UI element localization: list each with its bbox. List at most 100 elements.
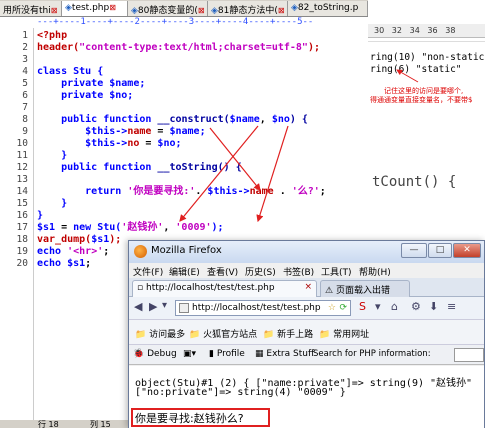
bookmark-label: 常用网址 [333, 330, 370, 340]
editor-tab-label: 82_toString.p [297, 3, 359, 13]
code-token: name [249, 186, 274, 197]
editor-tab-4[interactable]: ◈81静态方法中(⊠ [208, 1, 288, 16]
line-number: 15 [16, 198, 28, 209]
extra-label: Extra Stuff [266, 349, 315, 359]
line-number-gutter: 1 2 3 4 5 6 7 8 9 10 11 12 13 14 15 16 1… [0, 28, 34, 428]
code-token: = [151, 126, 170, 137]
search-engine-icon[interactable]: S [359, 300, 366, 313]
code-line-12: public function __toString() { [37, 162, 242, 174]
window-title: Mozilla Firefox [151, 245, 222, 256]
bookmark-common-sites[interactable]: 📁 常用网址 [319, 327, 369, 340]
title-bar[interactable]: Mozilla Firefox — □ ✕ [129, 241, 484, 263]
maximize-button[interactable]: □ [428, 243, 452, 258]
code-token: '么?' [291, 186, 320, 197]
php-search-input[interactable] [454, 348, 484, 362]
code-line-11: } [37, 150, 67, 162]
browser-tab-active[interactable]: ▫ http://localhost/test/test.php × [132, 280, 317, 297]
editor-tab-5[interactable]: ◈82_toString.p [288, 1, 368, 16]
close-icon[interactable]: ⊠ [198, 6, 205, 15]
code-token: Stu { [73, 66, 104, 77]
code-line-16: } [37, 210, 43, 222]
menu-help[interactable]: 帮助(H) [359, 265, 391, 278]
code-token: var_dump( [37, 234, 92, 245]
view-icon[interactable]: ▣▾ [183, 349, 196, 359]
line-number: 14 [16, 186, 28, 197]
extra-stuff-menu[interactable]: ▦ Extra Stuff [255, 349, 314, 359]
code-token: '0009' [175, 222, 212, 233]
profile-icon: ▮ [209, 349, 214, 359]
code-token: "content-type:text/html;charset=utf-8" [79, 42, 308, 53]
menu-history[interactable]: 历史(S) [245, 265, 276, 278]
status-column: 列 15 [90, 420, 111, 428]
file-icon: ◈ [131, 6, 138, 16]
code-token: $name; [169, 126, 206, 137]
code-token: no [127, 138, 140, 149]
profile-menu[interactable]: ▮ Profile [209, 349, 245, 359]
code-line-14: return '你是要寻找:'. $this->name . '么?'; [37, 186, 326, 198]
menu-edit[interactable]: 编辑(E) [169, 265, 200, 278]
line-number: 11 [16, 150, 28, 161]
line-number: 1 [22, 30, 28, 41]
line-number: 20 [16, 258, 28, 269]
line-number: 12 [16, 162, 28, 173]
code-line-6: private $no; [37, 90, 133, 102]
reload-icon[interactable]: ⟳ [339, 301, 347, 315]
firefox-logo-icon [134, 245, 147, 258]
code-token: '<hr>' [67, 246, 104, 257]
bookmark-label: 访问最多 [149, 330, 186, 340]
download-icon[interactable]: ⬇ [429, 300, 438, 313]
bookmark-firefox-site[interactable]: 📁 火狐官方站点 [189, 327, 257, 340]
code-token: $no; [157, 138, 182, 149]
extra-icon: ▦ [255, 349, 264, 359]
folder-icon: 📁 [263, 330, 275, 340]
menu-view[interactable]: 查看(V) [207, 265, 238, 278]
code-line-5: private $name; [37, 78, 145, 90]
code-line-10: $this->no = $no; [37, 138, 182, 150]
bookmark-star-icon[interactable]: ☆ [328, 301, 336, 315]
editor-tab-3[interactable]: ◈80静态变量的(⊠ [128, 1, 208, 16]
line-number: 19 [16, 246, 28, 257]
search-dropdown-icon[interactable]: ▾ [375, 300, 381, 313]
code-token: echo [37, 258, 68, 269]
code-token: header( [37, 42, 80, 53]
back-icon[interactable]: ◀ [134, 300, 142, 313]
line-number: 17 [16, 222, 28, 233]
background-code-fragment: tCount() { [372, 174, 457, 190]
code-token: class [37, 66, 74, 77]
menu-icon[interactable]: ≡ [447, 300, 456, 313]
firefox-window: Mozilla Firefox — □ ✕ 文件(F) 编辑(E) 查看(V) … [128, 240, 485, 428]
menu-tools[interactable]: 工具(T) [321, 265, 352, 278]
line-number: 2 [22, 42, 28, 53]
code-token: public function [37, 114, 158, 125]
code-token: , [259, 114, 272, 125]
menu-file[interactable]: 文件(F) [133, 265, 163, 278]
dropdown-icon[interactable]: ▾ [162, 300, 167, 311]
code-token: new [73, 222, 98, 233]
address-bar[interactable]: http://localhost/test/test.php ☆ ⟳ [175, 300, 351, 316]
editor-tab-2[interactable]: ◈test.php⊠ [62, 1, 128, 16]
code-token: '赵钱孙' [121, 222, 164, 233]
close-button[interactable]: ✕ [453, 243, 481, 258]
close-tab-icon[interactable]: × [304, 282, 312, 292]
close-icon[interactable]: ⊠ [51, 6, 58, 15]
minimize-button[interactable]: — [401, 243, 427, 258]
code-token: ); [109, 234, 122, 245]
bookmark-most-visited[interactable]: 📁 访问最多 [135, 327, 185, 340]
menu-bookmarks[interactable]: 书签(B) [283, 265, 314, 278]
bookmark-getting-started[interactable]: 📁 新手上路 [263, 327, 313, 340]
home-icon[interactable]: ⌂ [391, 300, 398, 313]
browser-tab-inactive[interactable]: ⚠ 页面载入出错 [320, 280, 410, 297]
close-icon[interactable]: ⊠ [278, 6, 285, 15]
code-token: __toString() { [157, 162, 242, 173]
addon-icon[interactable]: ⚙ [411, 300, 421, 313]
close-icon[interactable]: ⊠ [109, 3, 116, 12]
code-line-2: header("content-type:text/html;charset=u… [37, 42, 320, 54]
debug-menu[interactable]: 🐞 Debug [133, 349, 177, 359]
code-line-19: echo '<hr>'; [37, 246, 109, 258]
var-dump-line-2: ["no:private"]=> string(4) "0009" } [135, 387, 346, 398]
bookmarks-toolbar: 📁 访问最多 📁 火狐官方站点 📁 新手上路 📁 常用网址 [129, 319, 484, 345]
echo-output: 你是要寻找:赵钱孙么? [135, 412, 244, 425]
forward-icon[interactable]: ▶ [149, 300, 157, 313]
browser-tab-strip: ▫ http://localhost/test/test.php × ⚠ 页面载… [129, 278, 484, 297]
editor-tab-1[interactable]: 用所没有thi⊠ [0, 1, 62, 16]
